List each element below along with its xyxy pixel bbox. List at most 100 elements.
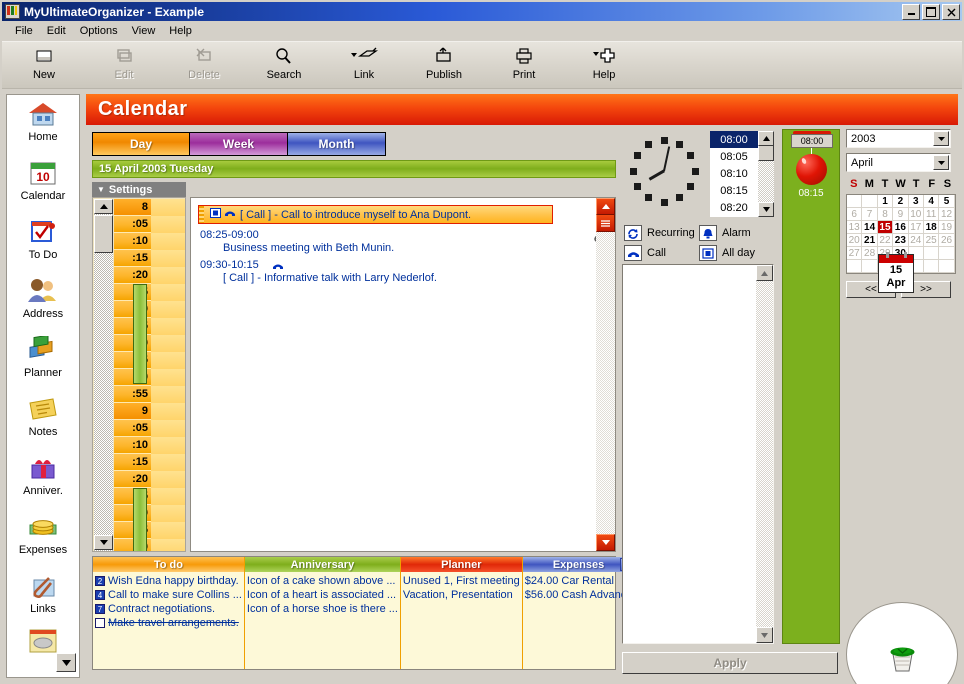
calendar-day-cell[interactable]: 22 (877, 234, 894, 247)
note-listbox[interactable] (622, 264, 774, 644)
calendar-day-cell[interactable]: 14 (862, 221, 878, 234)
summary-row[interactable]: Icon of a cake shown above ... (247, 574, 398, 588)
calendar-day-cell[interactable]: 9 (893, 208, 909, 221)
summary-row[interactable]: $24.00 Car Rental (525, 574, 633, 588)
time-slot-track[interactable] (151, 216, 185, 234)
drag-handle[interactable] (199, 206, 204, 223)
calendar-day-cell[interactable]: 16 (893, 221, 909, 234)
appointment-scroll-thumb[interactable] (596, 215, 615, 232)
time-slot-track[interactable] (151, 301, 185, 319)
calendar-day-cell[interactable]: 8 (877, 208, 894, 221)
sidebar-item-home[interactable]: Home (7, 95, 79, 154)
time-slot[interactable]: :05 (114, 420, 185, 438)
summary-header-expenses[interactable]: Expenses (522, 557, 635, 572)
note-scroll-up-button[interactable] (756, 265, 773, 281)
menu-item-view[interactable]: View (125, 23, 163, 39)
time-slot-track[interactable] (151, 403, 185, 421)
calendar-day-cell[interactable]: 4 (923, 195, 940, 208)
toolbar-help-button[interactable]: Help (564, 46, 644, 88)
appointment-block-1[interactable] (133, 284, 147, 384)
calendar-day-cell[interactable]: 5 (939, 195, 955, 208)
time-slot[interactable]: :15 (114, 250, 185, 268)
chevron-down-icon[interactable] (933, 155, 949, 170)
toolbar-delete-button[interactable]: Delete (164, 46, 244, 88)
time-slot-track[interactable] (151, 284, 185, 302)
priority-badge[interactable]: 2 (95, 576, 105, 586)
sidebar-scroll-down-button[interactable] (56, 653, 76, 672)
tab-month[interactable]: Month (288, 132, 386, 156)
time-slot-track[interactable] (151, 199, 185, 217)
tab-day[interactable]: Day (92, 132, 190, 156)
time-list-item[interactable]: 08:15 (710, 182, 758, 199)
time-slot[interactable]: :30 (114, 301, 185, 319)
calendar-day-cell[interactable]: 6 (847, 208, 863, 221)
time-slot-track[interactable] (151, 335, 185, 353)
toolbar-edit-button[interactable]: Edit (84, 46, 164, 88)
summary-header-anniversary[interactable]: Anniversary (244, 557, 400, 572)
time-slot-track[interactable] (151, 386, 185, 404)
menu-item-help[interactable]: Help (162, 23, 199, 39)
appointment-scroll-down-button[interactable] (596, 534, 615, 551)
time-scroll-down-button[interactable] (94, 535, 113, 550)
appointment-block-2[interactable] (133, 488, 147, 551)
time-list-scroll-down-button[interactable] (758, 202, 774, 217)
calendar-day-cell[interactable]: 25 (923, 234, 940, 247)
menu-item-options[interactable]: Options (73, 23, 125, 39)
sidebar-item-notes[interactable]: Notes (7, 390, 79, 449)
calendar-day-cell[interactable]: 26 (939, 234, 955, 247)
time-slot-track[interactable] (151, 454, 185, 472)
calendar-day-cell[interactable]: 24 (908, 234, 924, 247)
summary-row[interactable]: 4 Call to make sure Collins ... (95, 588, 242, 602)
trash-area[interactable] (846, 602, 958, 684)
time-slot[interactable]: :50 (114, 369, 185, 387)
time-slot-track[interactable] (151, 539, 185, 551)
appointment-scrollbar[interactable] (596, 198, 615, 551)
time-slot-track[interactable] (151, 250, 185, 268)
time-slot-track[interactable] (151, 233, 185, 251)
calendar-day-cell[interactable]: 17 (908, 221, 924, 234)
calendar-day-cell[interactable]: 2 (893, 195, 909, 208)
sidebar-item-todo[interactable]: To Do (7, 213, 79, 272)
summary-header-todo[interactable]: To do (93, 557, 244, 572)
time-slot[interactable]: :10 (114, 233, 185, 251)
time-slot-track[interactable] (151, 267, 185, 285)
month-select[interactable]: April (846, 153, 951, 172)
summary-row[interactable]: 7 Contract negotiations. (95, 602, 242, 616)
toolbar-print-button[interactable]: Print (484, 46, 564, 88)
trash-bin-icon[interactable] (882, 640, 922, 677)
flag-alarm[interactable]: Alarm (699, 225, 751, 241)
calendar-day-cell[interactable]: 12 (939, 208, 955, 221)
time-slot-track[interactable] (151, 318, 185, 336)
time-scroll-thumb[interactable] (94, 215, 113, 253)
time-slot[interactable]: :25 (114, 284, 185, 302)
selected-appointment[interactable]: [ Call ] - Call to introduce myself to A… (198, 205, 553, 224)
menu-item-edit[interactable]: Edit (40, 23, 73, 39)
calendar-day-cell[interactable]: 21 (862, 234, 878, 247)
sidebar-item-calendar[interactable]: 10 Calendar (7, 154, 79, 213)
time-slot-track[interactable] (151, 522, 185, 540)
calendar-day-cell[interactable]: 23 (893, 234, 909, 247)
time-slot[interactable]: :30 (114, 505, 185, 523)
calendar-day-cell[interactable]: 13 (847, 221, 863, 234)
summary-row[interactable]: 2 Wish Edna happy birthday. (95, 574, 242, 588)
time-slot[interactable]: 8 (114, 199, 185, 217)
calendar-day-cell[interactable]: 11 (923, 208, 940, 221)
calendar-day-cell[interactable]: 27 (847, 247, 863, 260)
time-slot-track[interactable] (151, 352, 185, 370)
close-button[interactable] (942, 4, 960, 20)
time-slot-track[interactable] (151, 437, 185, 455)
time-list-scroll-up-button[interactable] (758, 131, 774, 146)
sidebar-item-partial[interactable] (7, 626, 79, 656)
time-list-scrollbar[interactable] (758, 131, 774, 217)
time-slot[interactable]: 9 (114, 403, 185, 421)
calendar-day-cell[interactable]: 20 (847, 234, 863, 247)
summary-row[interactable]: Icon of a heart is associated ... (247, 588, 398, 602)
tab-week[interactable]: Week (190, 132, 288, 156)
summary-row[interactable]: Unused 1, First meeting (403, 574, 520, 588)
menu-item-file[interactable]: File (8, 23, 40, 39)
time-scroll-up-button[interactable] (94, 199, 113, 214)
time-slot[interactable]: :20 (114, 267, 185, 285)
chevron-down-icon[interactable] (933, 131, 949, 146)
toolbar-new-button[interactable]: New (4, 46, 84, 88)
time-list-item[interactable]: 08:10 (710, 165, 758, 182)
